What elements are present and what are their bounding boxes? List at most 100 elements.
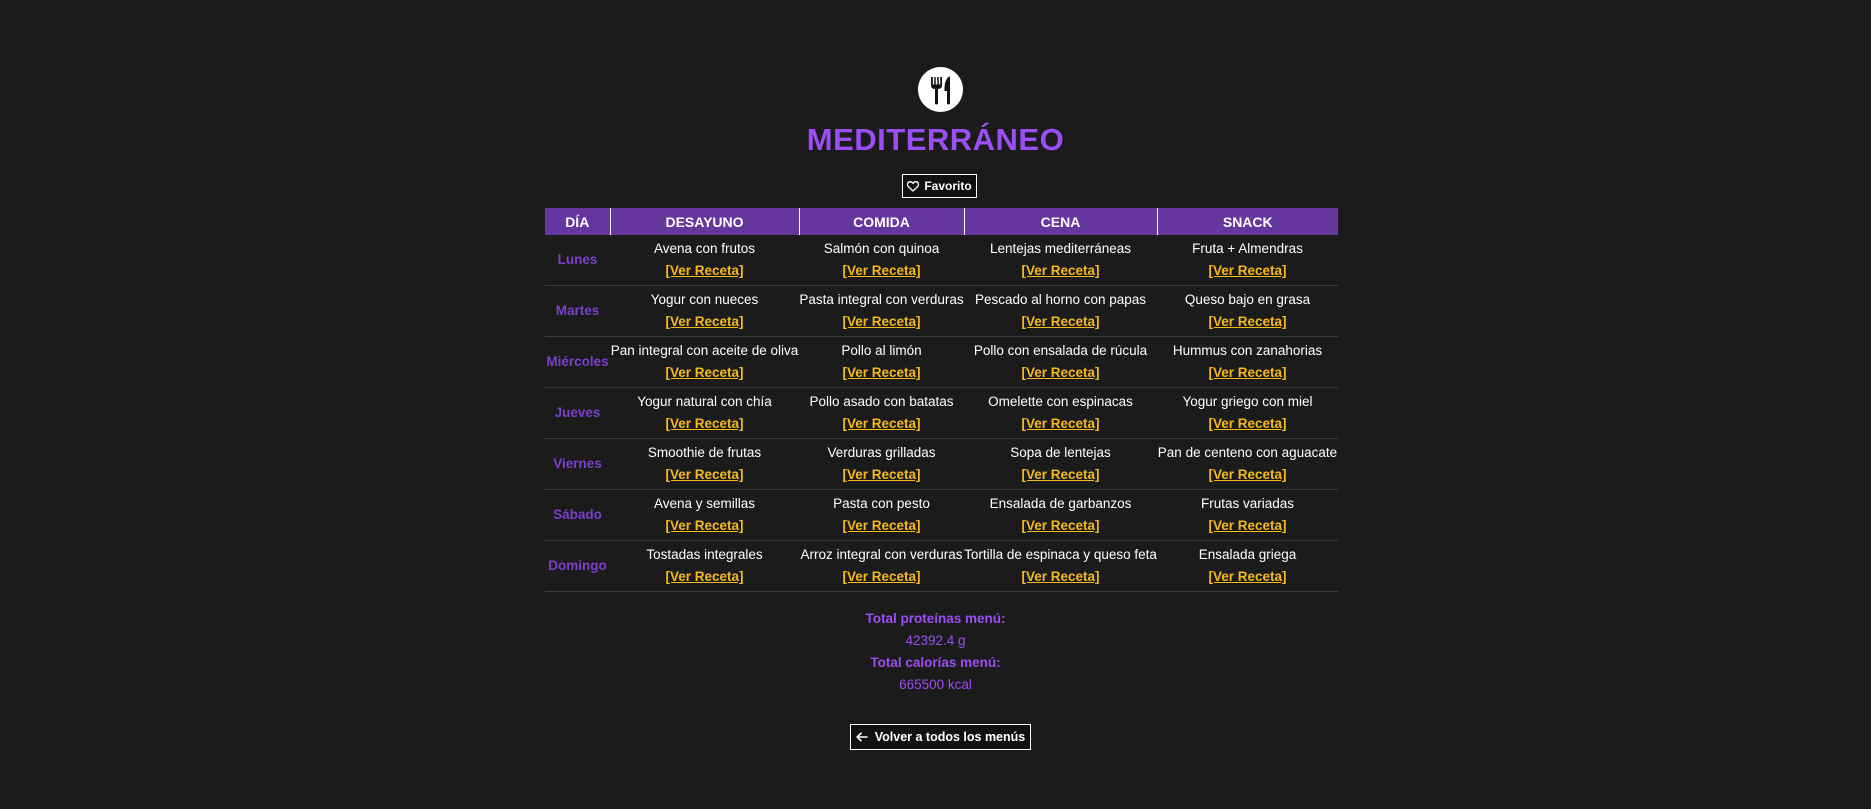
view-recipe-link[interactable]: [Ver Receta]: [665, 362, 743, 384]
meal-cell-snack: Frutas variadas [Ver Receta]: [1157, 489, 1338, 541]
table-row: Miércoles Pan integral con aceite de oli…: [545, 336, 1338, 388]
view-recipe-link[interactable]: [Ver Receta]: [1208, 413, 1286, 435]
day-cell: Lunes: [545, 235, 610, 286]
meal-name: Verduras grilladas: [827, 445, 936, 460]
view-recipe-link[interactable]: [Ver Receta]: [665, 566, 743, 588]
meal-name: Tostadas integrales: [646, 547, 763, 562]
meal-cell-breakfast: Pan integral con aceite de oliva [Ver Rec…: [610, 336, 799, 388]
view-recipe-link[interactable]: [Ver Receta]: [842, 311, 920, 333]
meal-cell-snack: Ensalada griega [Ver Receta]: [1157, 540, 1338, 592]
view-recipe-link[interactable]: [Ver Receta]: [1021, 464, 1099, 486]
meal-name: Pollo con ensalada de rúcula: [973, 343, 1148, 358]
view-recipe-link[interactable]: [Ver Receta]: [842, 362, 920, 384]
meal-name: Pescado al horno con papas: [974, 292, 1147, 307]
view-recipe-link[interactable]: [Ver Receta]: [1208, 260, 1286, 282]
view-recipe-link[interactable]: [Ver Receta]: [1021, 566, 1099, 588]
day-cell: Martes: [545, 285, 610, 337]
menu-detail-page: MEDITERRÁNEO Favorito DÍA DESAYUNO COMID…: [0, 0, 1871, 809]
view-recipe-link[interactable]: [Ver Receta]: [1021, 260, 1099, 282]
meal-name: Pasta con pesto: [833, 496, 930, 511]
meal-cell-lunch: Verduras grilladas [Ver Receta]: [799, 438, 964, 490]
meal-cell-breakfast: Yogur natural con chía [Ver Receta]: [610, 387, 799, 439]
view-recipe-link[interactable]: [Ver Receta]: [1208, 515, 1286, 537]
meal-cell-dinner: Pescado al horno con papas [Ver Receta]: [964, 285, 1157, 337]
table-body: Lunes Avena con frutos [Ver Receta] Salmó…: [545, 235, 1338, 592]
meal-cell-lunch: Pasta integral con verduras [Ver Receta]: [799, 285, 964, 337]
view-recipe-link[interactable]: [Ver Receta]: [842, 464, 920, 486]
meal-cell-snack: Fruta + Almendras [Ver Receta]: [1157, 235, 1338, 286]
view-recipe-link[interactable]: [Ver Receta]: [1208, 311, 1286, 333]
meal-cell-lunch: Arroz integral con verduras [Ver Receta]: [799, 540, 964, 592]
protein-total-label: Total proteínas menú:: [865, 611, 1006, 626]
table-header: DÍA DESAYUNO COMIDA CENA SNACK: [545, 208, 1338, 235]
meal-name: Yogur griego con miel: [1182, 394, 1313, 409]
day-cell: Viernes: [545, 438, 610, 490]
view-recipe-link[interactable]: [Ver Receta]: [665, 311, 743, 333]
meal-cell-snack: Queso bajo en grasa [Ver Receta]: [1157, 285, 1338, 337]
meal-cell-breakfast: Avena con frutos [Ver Receta]: [610, 235, 799, 286]
calories-total-label: Total calorías menú:: [870, 655, 1001, 670]
meal-name: Ensalada de garbanzos: [989, 496, 1132, 511]
meal-name: Queso bajo en grasa: [1184, 292, 1311, 307]
meal-cell-dinner: Omelette con espinacas [Ver Receta]: [964, 387, 1157, 439]
meal-cell-lunch: Pollo asado con batatas [Ver Receta]: [799, 387, 964, 439]
view-recipe-link[interactable]: [Ver Receta]: [665, 260, 743, 282]
view-recipe-link[interactable]: [Ver Receta]: [1021, 413, 1099, 435]
view-recipe-link[interactable]: [Ver Receta]: [665, 515, 743, 537]
view-recipe-link[interactable]: [Ver Receta]: [842, 566, 920, 588]
meal-name: Pollo asado con batatas: [809, 394, 954, 409]
meal-name: Yogur con nueces: [650, 292, 759, 307]
back-to-menus-button[interactable]: Volver a todos los menús: [850, 724, 1031, 750]
view-recipe-link[interactable]: [Ver Receta]: [665, 464, 743, 486]
view-recipe-link[interactable]: [Ver Receta]: [1021, 515, 1099, 537]
table-row: Viernes Smoothie de frutas [Ver Receta] V…: [545, 438, 1338, 490]
fork-knife-glyph: [930, 75, 950, 104]
view-recipe-link[interactable]: [Ver Receta]: [1208, 566, 1286, 588]
column-header-day: DÍA: [545, 208, 610, 235]
meal-name: Omelette con espinacas: [988, 394, 1133, 409]
meal-name: Smoothie de frutas: [647, 445, 762, 460]
meal-cell-breakfast: Avena y semillas [Ver Receta]: [610, 489, 799, 541]
meal-name: Avena y semillas: [653, 496, 756, 511]
back-button-label: Volver a todos los menús: [874, 730, 1026, 744]
day-cell: Sábado: [545, 489, 610, 541]
meal-cell-snack: Pan de centeno con aguacate [Ver Receta]: [1157, 438, 1338, 490]
favorite-button[interactable]: Favorito: [902, 174, 977, 198]
page-title: MEDITERRÁNEO: [806, 122, 1065, 157]
view-recipe-link[interactable]: [Ver Receta]: [1021, 362, 1099, 384]
view-recipe-link[interactable]: [Ver Receta]: [842, 260, 920, 282]
column-header-breakfast: DESAYUNO: [609, 208, 799, 235]
view-recipe-link[interactable]: [Ver Receta]: [1021, 311, 1099, 333]
meal-name: Ensalada griega: [1198, 547, 1297, 562]
table-row: Domingo Tostadas integrales [Ver Receta] …: [545, 540, 1338, 592]
table-row: Lunes Avena con frutos [Ver Receta] Salmó…: [545, 235, 1338, 286]
table-row: Jueves Yogur natural con chía [Ver Receta…: [545, 387, 1338, 439]
meal-cell-dinner: Sopa de lentejas [Ver Receta]: [964, 438, 1157, 490]
weekly-menu-table: DÍA DESAYUNO COMIDA CENA SNACK Lunes Ave…: [545, 208, 1338, 592]
view-recipe-link[interactable]: [Ver Receta]: [842, 515, 920, 537]
meal-cell-dinner: Tortilla de espinaca y queso feta [Ver Re…: [964, 540, 1157, 592]
meal-cell-breakfast: Tostadas integrales [Ver Receta]: [610, 540, 799, 592]
meal-name: Pan integral con aceite de oliva: [610, 343, 799, 358]
meal-cell-lunch: Salmón con quinoa [Ver Receta]: [799, 235, 964, 286]
meal-cell-snack: Yogur griego con miel [Ver Receta]: [1157, 387, 1338, 439]
meal-name: Fruta + Almendras: [1192, 241, 1303, 256]
meal-cell-dinner: Lentejas mediterráneas [Ver Receta]: [964, 235, 1157, 286]
view-recipe-link[interactable]: [Ver Receta]: [1208, 362, 1286, 384]
meal-name: Pollo al limón: [841, 343, 922, 358]
menu-totals: Total proteínas menú: 42392.4 g Total ca…: [0, 608, 1871, 696]
column-header-lunch: COMIDA: [798, 208, 964, 235]
protein-total-value: 42392.4 g: [905, 633, 966, 648]
view-recipe-link[interactable]: [Ver Receta]: [1208, 464, 1286, 486]
view-recipe-link[interactable]: [Ver Receta]: [665, 413, 743, 435]
table-row: Martes Yogur con nueces [Ver Receta] Past…: [545, 285, 1338, 337]
meal-name: Avena con frutos: [653, 241, 756, 256]
meal-name: Hummus con zanahorias: [1172, 343, 1323, 358]
meal-cell-breakfast: Yogur con nueces [Ver Receta]: [610, 285, 799, 337]
arrow-left-icon: [856, 732, 868, 742]
meal-cell-snack: Hummus con zanahorias [Ver Receta]: [1157, 336, 1338, 388]
view-recipe-link[interactable]: [Ver Receta]: [842, 413, 920, 435]
meal-cell-dinner: Ensalada de garbanzos [Ver Receta]: [964, 489, 1157, 541]
meal-name: Frutas variadas: [1200, 496, 1295, 511]
column-header-snack: SNACK: [1156, 208, 1338, 235]
